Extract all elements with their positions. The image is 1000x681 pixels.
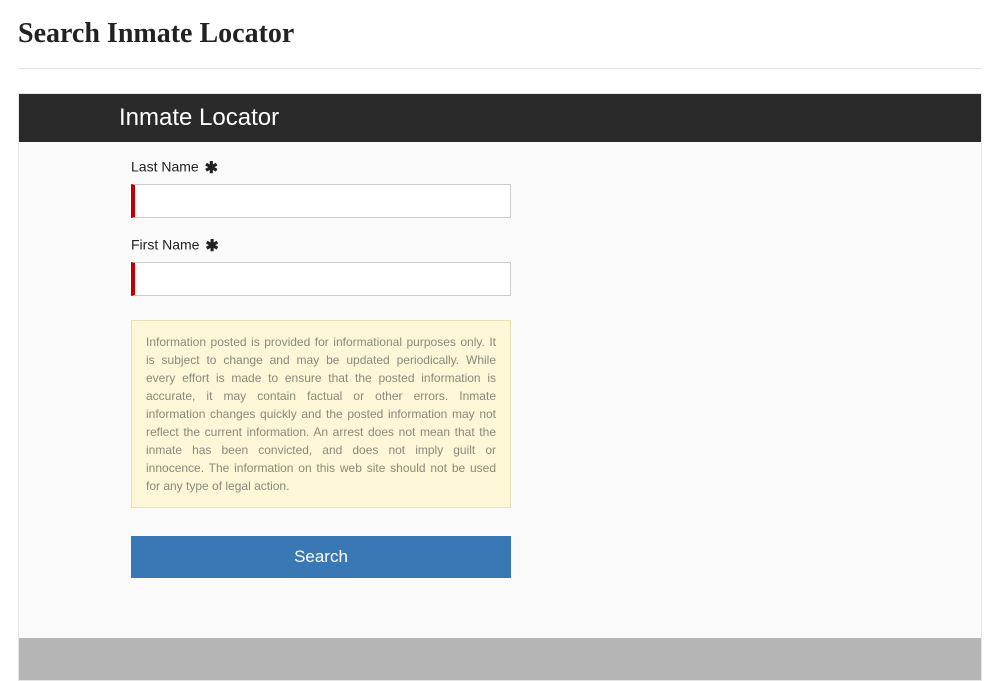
first-name-label: First Name ✱ [131,236,219,256]
divider [18,68,982,69]
last-name-label-text: Last Name [131,159,199,175]
required-icon: ✱ [205,238,218,255]
page-title: Search Inmate Locator [18,18,982,50]
last-name-group: Last Name ✱ [131,158,981,218]
footer-bar [19,638,981,680]
app-frame: Inmate Locator Last Name ✱ First Name ✱ … [18,93,982,681]
app-header-title: Inmate Locator [19,94,981,142]
first-name-input[interactable] [131,262,511,296]
required-icon: ✱ [205,160,218,177]
search-form: Last Name ✱ First Name ✱ Information pos… [19,142,981,638]
search-button[interactable]: Search [131,536,511,578]
first-name-label-text: First Name [131,237,199,253]
last-name-input[interactable] [131,184,511,218]
page-container: Search Inmate Locator Inmate Locator Las… [0,0,1000,681]
first-name-group: First Name ✱ [131,236,981,296]
disclaimer-box: Information posted is provided for infor… [131,320,511,508]
last-name-label: Last Name ✱ [131,158,218,178]
